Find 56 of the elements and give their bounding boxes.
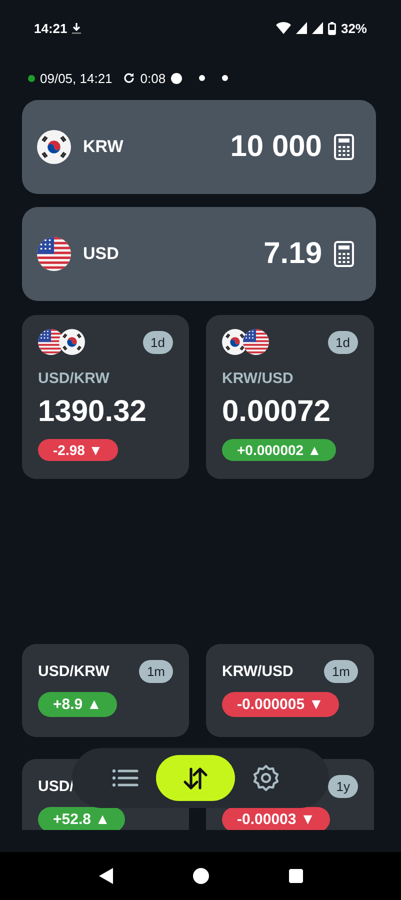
rate-card[interactable]: 1d KRW/USD 0.00072 +0.000002 ▲ xyxy=(206,315,374,479)
period-badge: 1m xyxy=(324,660,358,682)
refresh-icon xyxy=(123,72,136,84)
pair-label: USD/KRW xyxy=(38,370,110,387)
status-dot xyxy=(28,74,35,82)
currency-code: KRW xyxy=(83,137,124,157)
nav-button[interactable] xyxy=(156,755,235,801)
change-badge: +0.000002 ▲ xyxy=(222,439,336,461)
pair-label: KRW/USD xyxy=(222,370,294,387)
history-card[interactable]: KRW/USD 1m -0.000005 ▼ xyxy=(206,644,374,737)
list-icon xyxy=(112,769,138,787)
page-indicator-dot[interactable] xyxy=(170,72,182,84)
page-indicator-dot[interactable] xyxy=(222,75,228,81)
settings-icon xyxy=(253,764,279,792)
change-badge: +52.8 ▲ xyxy=(38,807,125,830)
change-badge: +8.9 ▲ xyxy=(38,692,117,717)
flag-icon xyxy=(37,237,71,271)
back-icon[interactable] xyxy=(98,868,112,884)
pair-label: KRW/USD xyxy=(222,662,294,680)
flag-icon xyxy=(243,329,269,355)
calculator-icon[interactable] xyxy=(334,241,354,267)
change-badge: -0.00003 ▼ xyxy=(222,807,330,830)
download-icon xyxy=(72,22,82,34)
currency-code: USD xyxy=(83,244,119,264)
amount-value: 10 000 xyxy=(230,130,322,164)
calculator-icon[interactable] xyxy=(334,134,354,160)
change-badge: -2.98 ▼ xyxy=(38,439,118,461)
rate-card[interactable]: 1d USD/KRW 1390.32 -2.98 ▼ xyxy=(22,315,189,479)
rate-value: 1390.32 xyxy=(38,395,148,429)
wifi-icon xyxy=(276,22,291,34)
update-time: 09/05, 14:21 xyxy=(40,70,112,86)
recents-icon[interactable] xyxy=(288,869,302,883)
flag-icon xyxy=(59,329,85,355)
rate-value: 0.00072 xyxy=(222,395,332,429)
period-badge: 1y xyxy=(328,774,358,798)
signal-icon xyxy=(312,22,323,34)
battery-level: 32% xyxy=(340,20,367,36)
period-badge: 1d xyxy=(142,330,173,354)
home-icon[interactable] xyxy=(192,868,208,884)
pair-label: USD/ xyxy=(38,778,74,794)
countdown-timer: 0:08 xyxy=(140,70,166,86)
page-indicator-dot[interactable] xyxy=(198,75,205,81)
amount-value: 7.19 xyxy=(264,237,322,271)
clock-time: 14:21 xyxy=(34,20,68,36)
period-badge: 1m xyxy=(138,660,173,682)
signal-icon xyxy=(296,22,307,34)
battery-icon xyxy=(328,22,336,34)
change-badge: -0.000005 ▼ xyxy=(222,692,339,717)
period-badge: 1d xyxy=(328,330,358,354)
converter-card[interactable]: USD 7.19 xyxy=(22,207,376,301)
pair-label: USD/KRW xyxy=(38,662,110,680)
flag-icon xyxy=(37,130,71,164)
swap-icon xyxy=(183,768,207,790)
converter-card[interactable]: KRW 10 000 xyxy=(22,100,376,194)
history-card[interactable]: USD/KRW 1m +8.9 ▲ xyxy=(22,644,189,737)
flag-icon xyxy=(38,329,64,355)
